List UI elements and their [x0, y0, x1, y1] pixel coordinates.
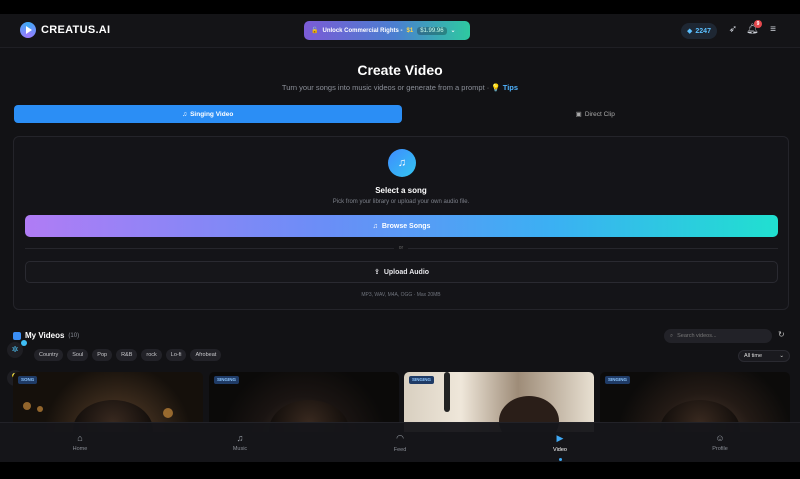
- nav-label: Music: [232, 446, 248, 452]
- video-tag: SONG: [18, 376, 38, 384]
- time-filter-select[interactable]: All time ⌄: [738, 350, 790, 362]
- browse-label: Browse Songs: [381, 222, 431, 230]
- my-videos-title: My Videos: [25, 331, 65, 340]
- music-icon: ♫: [236, 433, 244, 443]
- supported-formats: MP3, WAV, M4A, OGG · Max 20MB: [361, 292, 441, 298]
- nav-label: Profile: [712, 446, 728, 452]
- music-note-icon: ♫: [388, 149, 416, 177]
- app-window: CREATUS.AI 🔓 Unlock Commercial Rights - …: [0, 14, 800, 462]
- upload-label: Upload Audio: [383, 268, 430, 276]
- video-tag: SINGING: [409, 376, 435, 384]
- search-videos-input[interactable]: ⌕ Search videos...: [664, 329, 772, 343]
- nav-home[interactable]: ⌂ Home: [0, 423, 160, 462]
- nav-music[interactable]: ♫ Music: [160, 423, 320, 462]
- upload-audio-button[interactable]: ⇪ Upload Audio: [25, 261, 778, 283]
- chevron-down-icon: ⌄: [450, 28, 456, 34]
- promo-price: $1: [406, 27, 414, 34]
- bokeh-light: [37, 406, 43, 412]
- bokeh-light: [163, 408, 173, 418]
- status-dot: [21, 340, 27, 346]
- mode-tabs: ♫ Singing Video ▣ Direct Clip: [14, 105, 789, 123]
- clip-icon: ▣: [575, 111, 582, 118]
- or-label: or: [393, 245, 409, 251]
- promo-label: Unlock Commercial Rights -: [322, 27, 403, 34]
- upload-icon: ⇪: [373, 269, 380, 276]
- lock-icon: 🔓: [311, 28, 319, 34]
- tab-direct-clip[interactable]: ▣ Direct Clip: [402, 105, 790, 123]
- nav-label: Home: [72, 446, 88, 452]
- credits-badge[interactable]: ◆ 2247: [681, 23, 717, 39]
- video-tag: SINGING: [605, 376, 631, 384]
- nav-label: Feed: [393, 446, 407, 453]
- panel-title: Select a song: [375, 186, 427, 195]
- search-placeholder: Search videos...: [677, 333, 717, 339]
- bokeh-light: [23, 402, 31, 410]
- gem-icon: ◆: [687, 28, 693, 35]
- select-song-panel: ♫ Select a song Pick from your library o…: [13, 136, 789, 310]
- top-header: CREATUS.AI 🔓 Unlock Commercial Rights - …: [0, 14, 800, 48]
- brand-name: CREATUS.AI: [41, 24, 111, 36]
- filter-chip[interactable]: Country: [34, 349, 64, 361]
- page-title: Create Video: [357, 62, 443, 78]
- genre-filters: Country Soul Pop R&B rock Lo-fi Afrobeat: [34, 349, 222, 361]
- search-icon: ⌕: [670, 332, 674, 339]
- feed-icon: ◠: [396, 432, 404, 443]
- my-videos-heading: My Videos (10): [13, 331, 79, 340]
- refresh-icon[interactable]: ↻: [778, 330, 785, 339]
- nav-profile[interactable]: ☺ Profile: [640, 423, 800, 462]
- nav-label: Video: [553, 446, 567, 453]
- or-divider: or: [14, 245, 788, 251]
- time-filter-value: All time: [744, 353, 763, 359]
- nav-video[interactable]: ▶ Video: [480, 423, 640, 462]
- tab-label: Direct Clip: [584, 110, 615, 118]
- videos-icon: [13, 331, 21, 340]
- tab-singing-video[interactable]: ♫ Singing Video: [14, 105, 402, 123]
- my-videos-count: (10): [68, 332, 80, 339]
- music-note-icon: ♫: [182, 110, 188, 118]
- rocket-icon[interactable]: ➶: [727, 24, 739, 36]
- page-subtitle: Turn your songs into music videos or gen…: [0, 83, 800, 92]
- filter-chip[interactable]: rock: [141, 349, 162, 361]
- promo-old-price: $1.99.96: [417, 26, 447, 35]
- filter-chip[interactable]: Lo-fi: [165, 349, 187, 361]
- filter-chip[interactable]: Pop: [92, 349, 113, 361]
- microphone-stand: [444, 372, 450, 412]
- tab-label: Singing Video: [190, 110, 234, 118]
- menu-icon[interactable]: ≡: [767, 24, 779, 36]
- logo-icon: [20, 22, 36, 38]
- brand-logo[interactable]: CREATUS.AI: [20, 22, 110, 38]
- filter-chip[interactable]: R&B: [116, 349, 138, 361]
- panel-subtitle: Pick from your library or upload your ow…: [332, 199, 470, 205]
- filter-chip[interactable]: Soul: [67, 349, 89, 361]
- notification-badge: 9: [754, 20, 762, 28]
- nav-feed[interactable]: ◠ Feed: [320, 423, 480, 462]
- home-icon: ⌂: [77, 433, 83, 443]
- chevron-down-icon: ⌄: [779, 353, 784, 359]
- music-note-icon: ♫: [372, 222, 378, 230]
- video-tag: SINGING: [214, 376, 240, 384]
- bottom-nav: ⌂ Home ♫ Music ◠ Feed ▶ Video ☺ Profile: [0, 422, 800, 462]
- filter-chip[interactable]: Afrobeat: [190, 349, 222, 361]
- tips-link[interactable]: Tips: [503, 83, 518, 92]
- profile-icon: ☺: [715, 433, 725, 443]
- credits-count: 2247: [695, 27, 711, 35]
- lightbulb-icon: 💡: [491, 83, 501, 92]
- video-icon: ▶: [556, 432, 564, 443]
- promo-banner[interactable]: 🔓 Unlock Commercial Rights - $1 $1.99.96…: [304, 21, 470, 40]
- browse-songs-button[interactable]: ♫ Browse Songs: [25, 215, 778, 237]
- subtitle-text: Turn your songs into music videos or gen…: [281, 83, 490, 92]
